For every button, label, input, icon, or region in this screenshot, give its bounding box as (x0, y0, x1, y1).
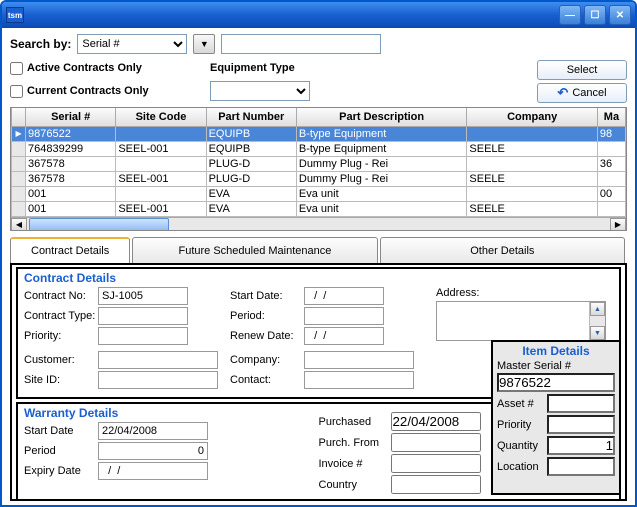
item-details-section: Item Details Master Serial # Asset # Pri… (491, 340, 621, 495)
horizontal-scrollbar[interactable]: ◀ ▶ (11, 217, 626, 232)
table-row[interactable]: 367578 PLUG-D Dummy Plug - Rei 36 (12, 156, 626, 171)
location-label: Location (497, 461, 543, 473)
contact-label: Contact: (230, 374, 304, 386)
purch-from-label: Purch. From (319, 437, 387, 449)
asset-field[interactable] (547, 394, 615, 413)
contract-details-title: Contract Details (24, 271, 613, 285)
titlebar: tsm — ☐ ✕ (2, 2, 635, 28)
app-icon: tsm (6, 7, 24, 23)
quantity-field[interactable] (547, 436, 615, 455)
country-field[interactable] (391, 475, 481, 494)
master-serial-label: Master Serial # (497, 360, 615, 372)
equipment-type-label: Equipment Type (210, 62, 380, 74)
customer-field[interactable] (98, 351, 218, 369)
undo-icon: ↶ (557, 85, 568, 101)
company-label: Company: (230, 354, 304, 366)
col-serial[interactable]: Serial # (26, 108, 116, 126)
purch-from-field[interactable] (391, 433, 481, 452)
start-date-field[interactable] (304, 287, 384, 305)
contract-no-label: Contract No: (24, 290, 98, 302)
search-input[interactable] (221, 34, 381, 54)
address-label: Address: (436, 287, 479, 299)
warranty-expiry-date-label: Expiry Date (24, 465, 98, 477)
invoice-no-label: Invoice # (319, 458, 387, 470)
purchased-field[interactable] (391, 412, 481, 431)
quantity-label: Quantity (497, 440, 543, 452)
tab-contract-details[interactable]: Contract Details (10, 237, 130, 263)
col-part-number[interactable]: Part Number (206, 108, 296, 126)
table-row[interactable]: 001 EVA Eva unit 00 (12, 186, 626, 201)
row-selector-header (12, 108, 26, 126)
tab-other-details[interactable]: Other Details (380, 237, 625, 263)
table-row[interactable]: 367578 SEEL-001 PLUG-D Dummy Plug - Rei … (12, 171, 626, 186)
address-textarea[interactable]: ▲ ▼ (436, 301, 606, 341)
table-row[interactable]: 001 SEEL-001 EVA Eva unit SEELE (12, 201, 626, 216)
minimize-button[interactable]: — (559, 5, 581, 25)
cancel-button[interactable]: ↶ Cancel (537, 83, 627, 103)
select-button[interactable]: Select (537, 60, 627, 80)
contact-field[interactable] (304, 371, 414, 389)
contract-no-field[interactable] (98, 287, 188, 305)
tab-future-maintenance[interactable]: Future Scheduled Maintenance (132, 237, 377, 263)
scroll-right-icon[interactable]: ▶ (610, 218, 626, 232)
search-by-label: Search by: (10, 37, 71, 51)
renew-date-field[interactable] (304, 327, 384, 345)
equipment-type-select[interactable] (210, 81, 310, 101)
warranty-start-date-label: Start Date (24, 425, 98, 437)
active-contracts-only-checkbox[interactable]: Active Contracts Only (10, 62, 210, 75)
scroll-down-icon[interactable]: ▼ (590, 326, 605, 340)
current-contracts-only-checkbox[interactable]: Current Contracts Only (10, 85, 210, 98)
col-site-code[interactable]: Site Code (116, 108, 206, 126)
maximize-button[interactable]: ☐ (584, 5, 606, 25)
location-field[interactable] (547, 457, 615, 476)
contract-type-label: Contract Type: (24, 310, 98, 322)
close-button[interactable]: ✕ (609, 5, 631, 25)
contract-type-field[interactable] (98, 307, 188, 325)
warranty-details-title: Warranty Details (24, 406, 319, 420)
company-field[interactable] (304, 351, 414, 369)
warranty-period-label: Period (24, 445, 98, 457)
invoice-no-field[interactable] (391, 454, 481, 473)
warranty-start-date-field[interactable] (98, 422, 208, 440)
warranty-period-field[interactable] (98, 442, 208, 460)
site-id-label: Site ID: (24, 374, 98, 386)
customer-label: Customer: (24, 354, 98, 366)
details-panel: Contract Details Contract No: Contract T… (10, 263, 627, 501)
scroll-thumb[interactable] (29, 218, 169, 232)
priority-label: Priority: (24, 330, 98, 342)
search-field-select[interactable]: Serial # (77, 34, 187, 54)
country-label: Country (319, 479, 387, 491)
col-company[interactable]: Company (467, 108, 597, 126)
priority-field[interactable] (98, 327, 188, 345)
results-grid[interactable]: Serial # Site Code Part Number Part Desc… (10, 107, 627, 231)
col-m[interactable]: Ma (597, 108, 625, 126)
address-scrollbar[interactable]: ▲ ▼ (589, 302, 605, 340)
col-part-description[interactable]: Part Description (296, 108, 467, 126)
row-indicator-icon: ▶ (12, 126, 26, 141)
purchased-label: Purchased (319, 416, 387, 428)
scroll-up-icon[interactable]: ▲ (590, 302, 605, 316)
renew-date-label: Renew Date: (230, 330, 304, 342)
master-serial-field[interactable] (497, 373, 615, 392)
start-date-label: Start Date: (230, 290, 304, 302)
table-row[interactable]: 764839299 SEEL-001 EQUIPB B-type Equipme… (12, 141, 626, 156)
period-field[interactable] (304, 307, 384, 325)
site-id-field[interactable] (98, 371, 218, 389)
item-details-title: Item Details (497, 344, 615, 358)
warranty-expiry-date-field[interactable] (98, 462, 208, 480)
search-dropdown-button[interactable]: ▼ (193, 34, 215, 54)
period-label: Period: (230, 310, 304, 322)
asset-label: Asset # (497, 398, 543, 410)
item-priority-field[interactable] (547, 415, 615, 434)
scroll-left-icon[interactable]: ◀ (11, 218, 27, 232)
item-priority-label: Priority (497, 419, 543, 431)
table-row[interactable]: ▶ 9876522 EQUIPB B-type Equipment 98 (12, 126, 626, 141)
